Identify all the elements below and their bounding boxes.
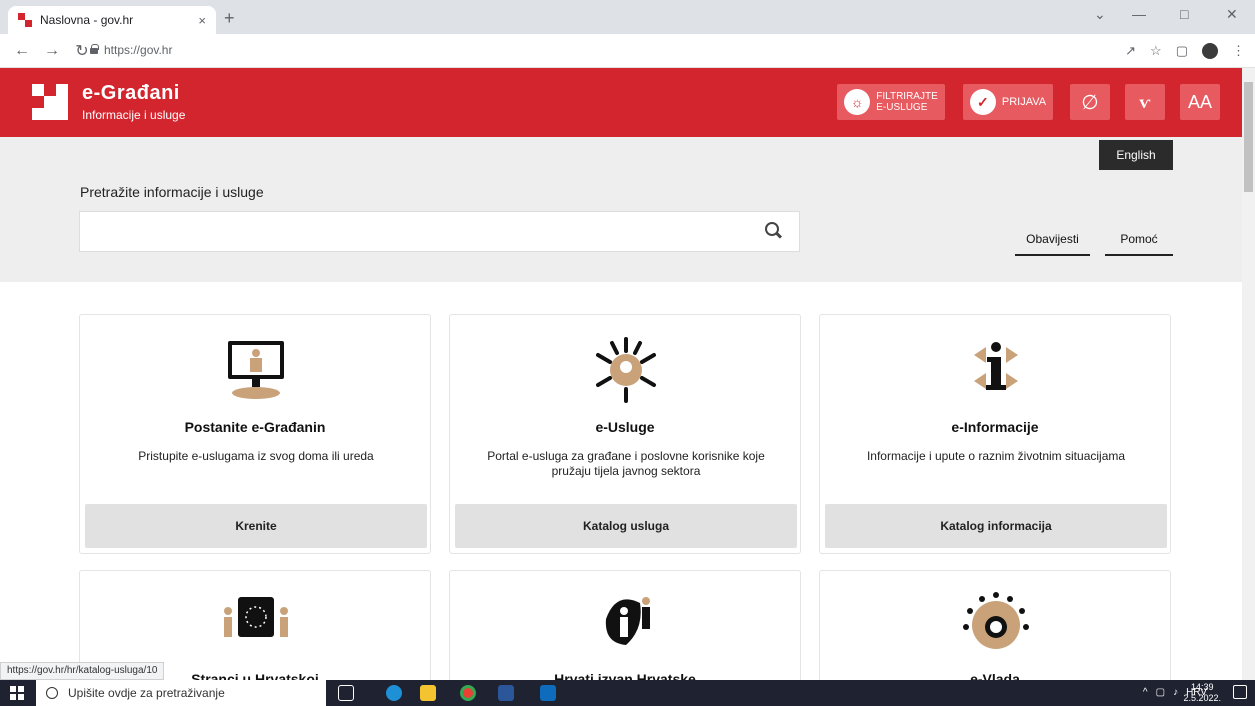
- taskbar-search-placeholder: Upišite ovdje za pretraživanje: [68, 686, 225, 700]
- card-e-citizen: Postanite e-Građanin Pristupite e-usluga…: [79, 314, 431, 554]
- services-network-icon: [596, 337, 656, 403]
- forward-icon[interactable]: →: [44, 42, 60, 60]
- file-explorer-icon[interactable]: [420, 685, 436, 701]
- tab-title: Naslovna - gov.hr: [40, 13, 134, 27]
- computer-person-icon: [228, 341, 284, 399]
- search-icon: [46, 687, 58, 699]
- status-url: https://gov.hr/hr/katalog-usluga/10: [0, 662, 165, 680]
- chevron-up-icon[interactable]: ^: [1143, 687, 1148, 698]
- card-e-services: e-Usluge Portal e-usluga za građane i po…: [449, 314, 801, 554]
- close-tab-icon[interactable]: ×: [198, 13, 206, 28]
- search-label: Pretražite informacije i usluge: [80, 184, 264, 200]
- maximize-icon[interactable]: □: [1180, 6, 1188, 22]
- tab-search-icon[interactable]: ⌄: [1094, 6, 1106, 23]
- volume-icon[interactable]: ♪: [1173, 687, 1178, 698]
- taskbar-clock[interactable]: 14:39 2.5.2022.: [1183, 682, 1221, 704]
- eye-slash-icon: ∅: [1081, 91, 1099, 114]
- services-catalog-button[interactable]: Katalog usluga: [455, 504, 797, 548]
- search-section: Pretražite informacije i usluge Obavijes…: [0, 137, 1242, 282]
- close-window-icon[interactable]: ✕: [1226, 6, 1238, 23]
- clock-time: 14:39: [1190, 682, 1214, 692]
- site-subtitle: Informacije i usluge: [82, 108, 186, 122]
- information-catalog-button[interactable]: Katalog informacija: [825, 504, 1167, 548]
- url-field[interactable]: https://gov.hr: [104, 43, 172, 57]
- sidebar-icon[interactable]: ▢: [1176, 43, 1188, 59]
- filter-label-line-1: FILTRIRAJTE: [876, 91, 938, 102]
- card-title: e-Usluge: [595, 419, 655, 435]
- windows-taskbar: Upišite ovdje za pretraživanje ^ ▢ ♪ HRV…: [0, 680, 1255, 706]
- windows-start-icon[interactable]: [10, 686, 24, 700]
- outlook-app-icon[interactable]: [540, 685, 556, 701]
- taskbar-search-field[interactable]: Upišite ovdje za pretraživanje: [36, 680, 326, 706]
- check-icon: ✓: [969, 89, 996, 115]
- address-bar: ← → ↻ https://gov.hr ↗ ☆ ▢ ⋮: [0, 34, 1255, 68]
- card-description: Portal e-usluga za građane i poslovne ko…: [487, 449, 765, 478]
- card-title: Postanite e-Građanin: [184, 419, 326, 435]
- government-circle-icon: [963, 592, 1029, 649]
- language-button[interactable]: ѵ: [1125, 84, 1165, 120]
- login-label: PRIJAVA: [1001, 96, 1047, 108]
- search-input[interactable]: [79, 211, 800, 252]
- people-silhouette-icon: [605, 597, 650, 645]
- chrome-browser-icon[interactable]: [460, 685, 476, 701]
- browser-tab-bar: Naslovna - gov.hr × + ⌄ — □ ✕: [0, 0, 1255, 34]
- glagolitic-letter-icon: ѵ: [1139, 91, 1151, 112]
- filter-services-button[interactable]: ☼ FILTRIRAJTE E-USLUGE: [837, 84, 945, 120]
- site-title[interactable]: e-Građani: [82, 82, 180, 105]
- filter-label-line-2: E-USLUGE: [876, 102, 928, 113]
- eu-flag-people-icon: [224, 597, 288, 637]
- card-description: Informacije i upute o raznim životnim si…: [866, 449, 1126, 463]
- word-app-icon[interactable]: [498, 685, 514, 701]
- task-view-icon[interactable]: [338, 685, 354, 701]
- help-link[interactable]: Pomoć: [1105, 232, 1173, 256]
- login-button[interactable]: ✓ PRIJAVA: [963, 84, 1053, 120]
- menu-icon[interactable]: ⋮: [1232, 43, 1245, 59]
- clock-date: 2.5.2022.: [1183, 693, 1221, 703]
- accessibility-contrast-button[interactable]: ∅: [1070, 84, 1110, 120]
- filter-globe-icon: ☼: [844, 89, 871, 115]
- logo-checkerboard-icon[interactable]: [32, 84, 68, 120]
- scrollbar-thumb[interactable]: [1244, 82, 1253, 192]
- browser-tab[interactable]: Naslovna - gov.hr ×: [8, 6, 216, 34]
- reload-icon[interactable]: ↻: [74, 41, 90, 61]
- card-title: e-Informacije: [951, 419, 1039, 435]
- card-e-information: e-Informacije Informacije i upute o razn…: [819, 314, 1171, 554]
- information-icon: [974, 342, 1018, 390]
- network-icon[interactable]: ▢: [1156, 687, 1165, 698]
- gov-favicon-icon: [18, 13, 32, 27]
- star-icon[interactable]: ☆: [1150, 43, 1162, 59]
- start-button[interactable]: Krenite: [85, 504, 427, 548]
- back-icon[interactable]: ←: [14, 42, 30, 60]
- profile-icon[interactable]: [1202, 43, 1218, 59]
- page-scrollbar[interactable]: [1242, 68, 1255, 680]
- card-description: Pristupite e-uslugama iz svog doma ili u…: [138, 449, 374, 463]
- site-header: e-Građani Informacije i usluge ☼ FILTRIR…: [0, 68, 1242, 137]
- minimize-icon[interactable]: —: [1132, 6, 1146, 22]
- edge-browser-icon[interactable]: [386, 685, 402, 701]
- share-icon[interactable]: ↗: [1125, 43, 1136, 59]
- lock-icon[interactable]: [90, 44, 99, 54]
- language-tooltip: English: [1099, 140, 1173, 170]
- new-tab-button[interactable]: +: [224, 8, 235, 29]
- font-size-label: AA: [1187, 91, 1212, 112]
- search-icon[interactable]: [765, 222, 781, 238]
- notifications-icon[interactable]: [1233, 685, 1247, 699]
- font-size-button[interactable]: AA: [1180, 84, 1220, 120]
- notifications-link[interactable]: Obavijesti: [1015, 232, 1090, 256]
